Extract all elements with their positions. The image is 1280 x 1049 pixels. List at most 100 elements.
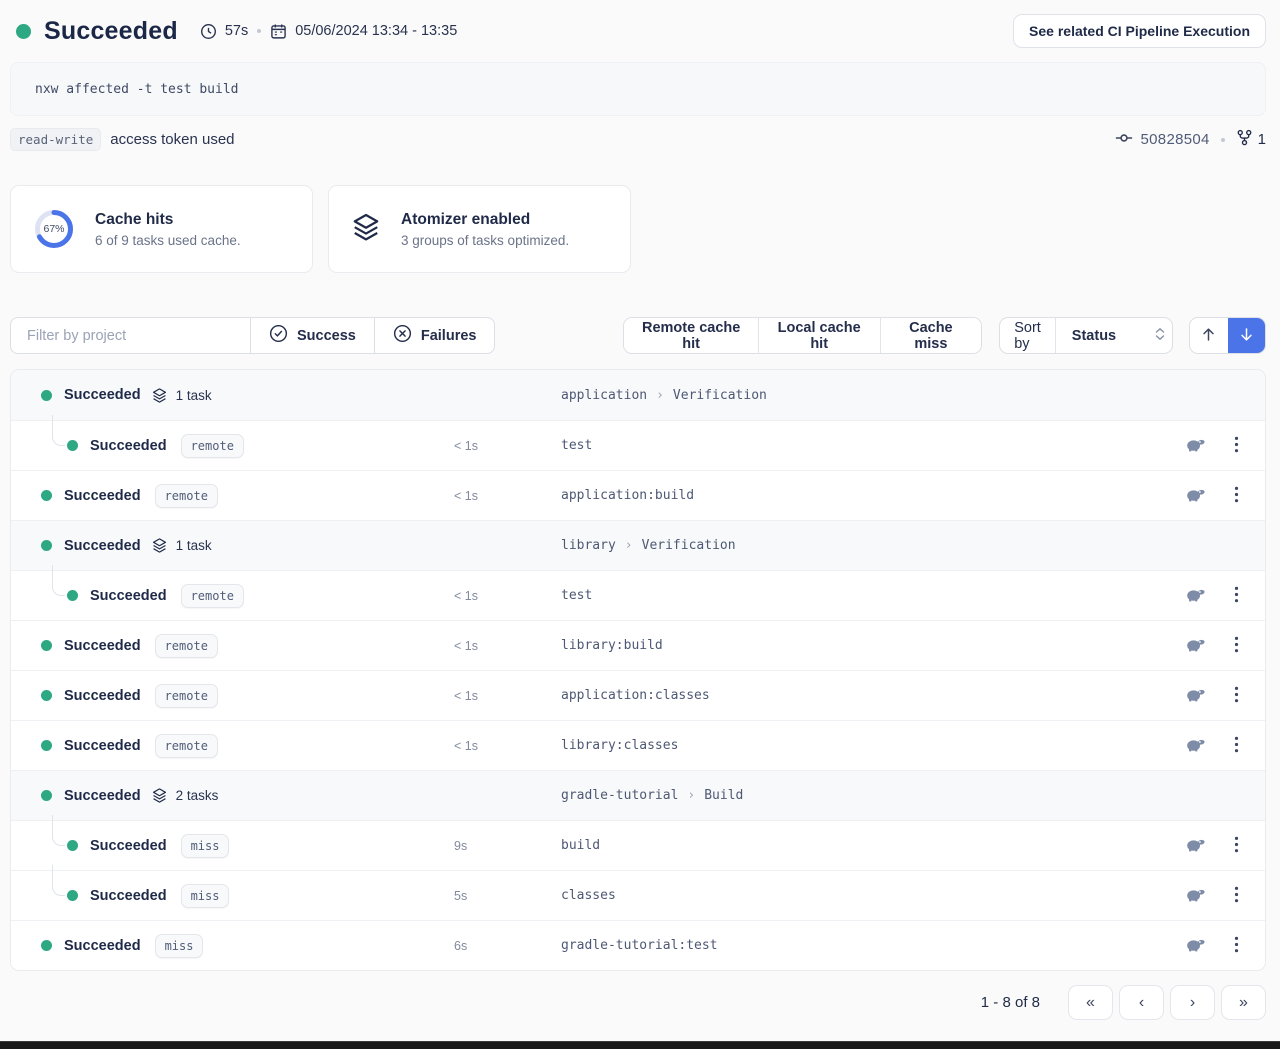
task-row[interactable]: Succeeded miss 9s build	[11, 820, 1265, 870]
kebab-menu-button[interactable]	[1234, 486, 1239, 506]
cache-filter-group: Remote cache hit Local cache hit Cache m…	[623, 317, 982, 354]
last-page-button[interactable]: »	[1221, 985, 1266, 1020]
task-row[interactable]: Succeeded remote < 1s application:build	[11, 470, 1265, 520]
status-label: Succeeded	[64, 688, 141, 704]
task-name: application:classes	[561, 688, 710, 703]
related-ci-pipeline-button[interactable]: See related CI Pipeline Execution	[1013, 14, 1266, 48]
vcs-meta: 50828504 1	[1115, 129, 1266, 151]
gradle-elephant-icon	[1186, 737, 1207, 755]
cache-badge: miss	[181, 884, 230, 908]
gradle-elephant-icon	[1186, 687, 1207, 705]
task-duration: < 1s	[454, 439, 478, 453]
filter-project-input[interactable]	[10, 317, 250, 354]
gradle-scan-button[interactable]	[1186, 837, 1207, 855]
row-actions	[1186, 436, 1239, 456]
gradle-elephant-icon	[1186, 587, 1207, 605]
filter-local-cache-hit-button[interactable]: Local cache hit	[759, 318, 881, 353]
separator-dot	[257, 29, 261, 33]
cache-badge: remote	[155, 734, 218, 758]
kebab-menu-button[interactable]	[1234, 436, 1239, 456]
status-dot	[67, 590, 78, 601]
task-duration: < 1s	[454, 489, 478, 503]
gradle-scan-button[interactable]	[1186, 587, 1207, 605]
task-name: library:build	[561, 638, 663, 653]
filter-cache-miss-button[interactable]: Cache miss	[881, 318, 982, 353]
kebab-menu-button[interactable]	[1234, 636, 1239, 656]
filter-failures-button[interactable]: Failures	[374, 317, 496, 354]
gradle-scan-button[interactable]	[1186, 437, 1207, 455]
project-path: library › Verification	[561, 538, 736, 553]
group-row[interactable]: Succeeded 1 task application › Verificat…	[11, 370, 1265, 420]
task-name: test	[561, 438, 592, 453]
task-row[interactable]: Succeeded miss 6s gradle-tutorial:test	[11, 920, 1265, 970]
gradle-scan-button[interactable]	[1186, 487, 1207, 505]
filter-failures-label: Failures	[421, 328, 477, 344]
filter-success-label: Success	[297, 328, 356, 344]
tasks-group-icon	[151, 387, 168, 404]
sort-descending-button[interactable]	[1228, 318, 1265, 353]
task-toolbar: Success Failures Remote cache hit Local …	[10, 317, 1266, 354]
project-name: application	[561, 388, 647, 403]
cache-badge: remote	[155, 684, 218, 708]
gradle-scan-button[interactable]	[1186, 737, 1207, 755]
arrow-down-icon	[1238, 326, 1255, 346]
task-row[interactable]: Succeeded remote < 1s test	[11, 570, 1265, 620]
kebab-menu-button[interactable]	[1234, 686, 1239, 706]
status-label: Succeeded	[90, 888, 167, 904]
calendar-icon	[270, 23, 287, 40]
separator-dot	[1221, 138, 1225, 142]
filter-success-button[interactable]: Success	[250, 317, 374, 354]
kebab-menu-button[interactable]	[1234, 886, 1239, 906]
previous-page-button[interactable]: ‹	[1119, 985, 1164, 1020]
task-row[interactable]: Succeeded remote < 1s library:build	[11, 620, 1265, 670]
task-row[interactable]: Succeeded remote < 1s library:classes	[11, 720, 1265, 770]
kebab-menu-button[interactable]	[1234, 936, 1239, 956]
cache-badge: remote	[155, 484, 218, 508]
gradle-elephant-icon	[1186, 487, 1207, 505]
target-name: Build	[704, 788, 743, 803]
gradle-elephant-icon	[1186, 937, 1207, 955]
status-dot	[41, 540, 52, 551]
run-header: Succeeded 57s 05/06/2024 13:34 - 13:35 S…	[16, 14, 1266, 48]
commit-sha[interactable]: 50828504	[1141, 131, 1210, 148]
sort-select[interactable]: Status	[1056, 318, 1173, 353]
branch-count: 1	[1258, 131, 1266, 148]
gradle-scan-button[interactable]	[1186, 687, 1207, 705]
next-page-button[interactable]: ›	[1170, 985, 1215, 1020]
kebab-menu-button[interactable]	[1234, 736, 1239, 756]
token-row: read-write access token used 50828504 1	[10, 128, 1266, 151]
date-meta: 05/06/2024 13:34 - 13:35	[270, 23, 457, 40]
filter-remote-cache-hit-button[interactable]: Remote cache hit	[624, 318, 758, 353]
task-row[interactable]: Succeeded remote < 1s application:classe…	[11, 670, 1265, 720]
pagination: 1 - 8 of 8 « ‹ › »	[10, 985, 1266, 1020]
sort-ascending-button[interactable]	[1190, 318, 1227, 353]
first-page-button[interactable]: «	[1068, 985, 1113, 1020]
gradle-scan-button[interactable]	[1186, 887, 1207, 905]
task-row[interactable]: Succeeded miss 5s classes	[11, 870, 1265, 920]
kebab-menu-button[interactable]	[1234, 836, 1239, 856]
task-duration: 5s	[454, 889, 467, 903]
task-duration: < 1s	[454, 589, 478, 603]
cache-hits-card[interactable]: 67% Cache hits 6 of 9 tasks used cache.	[10, 185, 313, 273]
window-bottom-edge	[0, 1041, 1280, 1049]
task-row[interactable]: Succeeded remote < 1s test	[11, 420, 1265, 470]
branch-meta[interactable]: 1	[1236, 129, 1266, 150]
status-dot	[67, 840, 78, 851]
row-actions	[1186, 586, 1239, 606]
tasks-group-icon	[151, 537, 168, 554]
atomizer-card[interactable]: Atomizer enabled 3 groups of tasks optim…	[328, 185, 631, 273]
gradle-scan-button[interactable]	[1186, 937, 1207, 955]
task-name: classes	[561, 888, 616, 903]
tree-connector	[52, 815, 65, 846]
project-name: gradle-tutorial	[561, 788, 678, 803]
group-row[interactable]: Succeeded 1 task library › Verification	[11, 520, 1265, 570]
group-row[interactable]: Succeeded 2 tasks gradle-tutorial › Buil…	[11, 770, 1265, 820]
clock-icon	[200, 23, 217, 40]
kebab-menu-button[interactable]	[1234, 586, 1239, 606]
status-label: Succeeded	[64, 538, 141, 554]
chevron-separator: ›	[656, 388, 664, 403]
check-circle-icon	[269, 324, 288, 347]
status-dot	[67, 440, 78, 451]
status-dot	[41, 740, 52, 751]
gradle-scan-button[interactable]	[1186, 637, 1207, 655]
